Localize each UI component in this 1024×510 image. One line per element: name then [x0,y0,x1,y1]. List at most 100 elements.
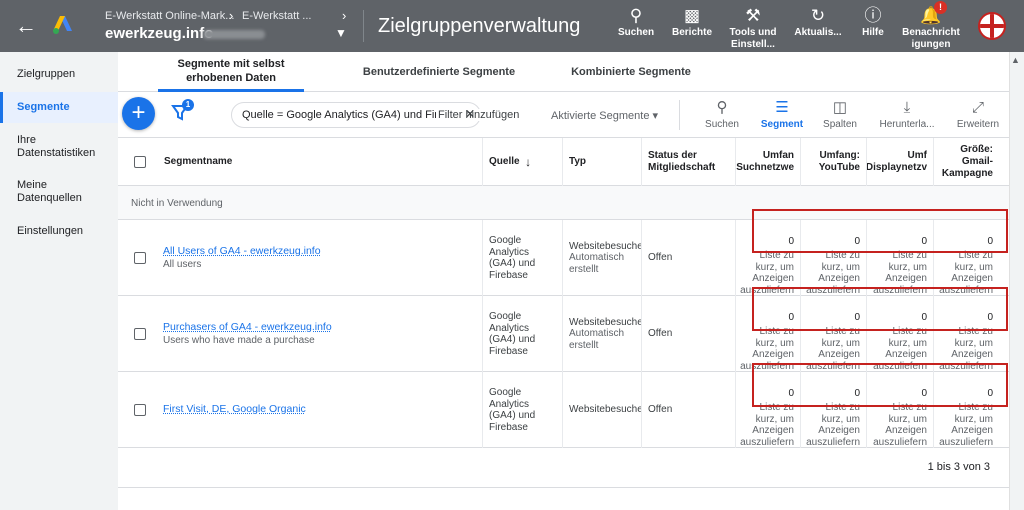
column-type[interactable]: Typ [562,138,641,186]
download-icon: ⤓ [903,99,911,116]
tab-bar: Segmente mit selbst erhobenen Daten Benu… [118,52,1009,92]
avatar[interactable] [978,12,1006,40]
add-filter-link[interactable]: Filter hinzufügen [436,109,520,121]
sidebar-item-datenstatistiken[interactable]: Ihre Datenstatistiken [0,134,110,160]
segment-icon: ☰ [775,99,789,116]
status-cell: Offen [641,220,735,296]
status-cell: Offen [641,296,735,372]
table-search-button[interactable]: ⚲ Suchen [698,98,746,131]
breadcrumb-manager-account[interactable]: E-Werkstatt Online-Mark... [105,10,234,22]
segment-name-cell: All Users of GA4 - ewerkzeug.info All us… [158,220,482,296]
source-cell: Google Analytics (GA4) und Firebase [482,296,562,372]
table-row: First Visit, DE, Google Organic Google A… [118,372,1009,448]
pagination-label: 1 bis 3 von 3 [927,461,990,473]
main-content: Segmente mit selbst erhobenen Daten Benu… [118,52,1009,510]
segment-name-cell: First Visit, DE, Google Organic [158,372,482,448]
refresh-icon: ↻ [810,6,826,25]
close-icon[interactable]: ✕ [465,107,475,121]
pagination-bar: 1 bis 3 von 3 [118,448,1009,488]
add-segment-button[interactable]: + [122,97,155,130]
notification-badge: ! [934,1,947,14]
column-size-search[interactable]: Umfan Suchnetzwe [735,138,800,186]
sidebar: Zielgruppen Segmente Ihre Datenstatistik… [0,52,118,510]
expand-icon: ⤢ [971,99,984,116]
tools-icon: ⚒ [745,6,761,25]
account-dropdown-icon[interactable]: ▼ [335,26,347,40]
column-size-display[interactable]: Umf Displaynetzv [866,138,933,186]
reports-icon: ▩ [683,6,701,25]
size-youtube-cell: 0 Liste zu kurz, um Anzeigen auszuliefern [800,296,866,372]
chevron-down-icon: ▾ [652,110,659,122]
tab-first-party-segments[interactable]: Segmente mit selbst erhobenen Daten [158,52,304,92]
search-icon: ⚲ [716,99,728,116]
size-gmail-cell: 0 Liste zu kurz, um Anzeigen auszuliefern [933,296,999,372]
sidebar-item-datenquellen[interactable]: Meine Datenquellen [0,179,100,205]
select-all-checkbox[interactable] [134,156,146,168]
status-cell: Offen [641,372,735,448]
account-name[interactable]: ewerkzeug.info [105,25,213,42]
segment-description: Users who have made a purchase [163,335,315,346]
type-cell: Websitebesucher [562,372,641,448]
scrollbar[interactable] [1009,52,1024,510]
segment-name-cell: Purchasers of GA4 - ewerkzeug.info Users… [158,296,482,372]
sidebar-item-segmente[interactable]: Segmente [0,92,118,123]
bell-icon: 🔔 [920,6,942,25]
page-title: Zielgruppenverwaltung [378,15,581,37]
header-reports-button[interactable]: ▩ Berichte [668,5,716,39]
table-header: Segmentname Quelle ↓ Typ Status der Mitg… [118,138,1009,186]
size-display-cell: 0 Liste zu kurz, um Anzeigen auszuliefern [866,220,933,296]
segment-view-button[interactable]: ☰ Segment [757,98,807,131]
header-notifications-button[interactable]: 🔔 Benachricht igungen [898,5,964,51]
size-gmail-cell: 0 Liste zu kurz, um Anzeigen auszuliefern [933,372,999,448]
type-cell: Websitebesucher Automatisch erstellt [562,296,641,372]
size-youtube-cell: 0 Liste zu kurz, um Anzeigen auszuliefern [800,220,866,296]
breadcrumb-sub-account[interactable]: E-Werkstatt ... [242,10,311,22]
source-cell: Google Analytics (GA4) und Firebase [482,220,562,296]
row-checkbox[interactable] [134,252,146,264]
header-help-button[interactable]: ⓘ Hilfe [852,5,894,39]
google-ads-logo-icon [53,16,72,34]
tab-combined-segments[interactable]: Kombinierte Segmente [560,52,702,92]
group-label: Nicht in Verwendung [131,198,223,209]
back-arrow-icon[interactable]: ← [14,14,38,38]
column-segment-name[interactable]: Segmentname [158,138,482,186]
tab-custom-segments[interactable]: Benutzerdefinierte Segmente [348,52,530,92]
download-button[interactable]: ⤓ Herunterla... [872,98,942,131]
size-search-cell: 0 Liste zu kurz, um Anzeigen auszuliefern [735,220,800,296]
size-youtube-cell: 0 Liste zu kurz, um Anzeigen auszuliefern [800,372,866,448]
scroll-up-icon[interactable]: ▲ [1011,55,1020,65]
header-search-button[interactable]: ⚲ Suchen [612,5,660,39]
size-display-cell: 0 Liste zu kurz, um Anzeigen auszuliefern [866,372,933,448]
top-bar: ← E-Werkstatt Online-Mark... › E-Werksta… [0,0,1024,52]
expand-button[interactable]: ⤢ Erweitern [951,98,1005,131]
toolbar: + 1 Quelle = Google Analytics (GA4) und … [118,92,1009,138]
columns-button[interactable]: ◫ Spalten [816,98,864,131]
sidebar-item-zielgruppen[interactable]: Zielgruppen [0,68,118,81]
size-search-cell: 0 Liste zu kurz, um Anzeigen auszuliefern [735,296,800,372]
segment-name-link[interactable]: Purchasers of GA4 - ewerkzeug.info [163,321,332,334]
sort-arrow-icon: ↓ [525,155,532,169]
column-size-gmail[interactable]: Größe: Gmail-Kampagne [933,138,999,186]
header-tools-button[interactable]: ⚒ Tools und Einstell... [724,5,782,51]
segment-name-link[interactable]: First Visit, DE, Google Organic [163,404,306,416]
segment-description: All users [163,259,202,270]
header-refresh-button[interactable]: ↻ Aktualis... [791,5,845,39]
size-gmail-cell: 0 Liste zu kurz, um Anzeigen auszuliefern [933,220,999,296]
row-checkbox[interactable] [134,328,146,340]
row-checkbox[interactable] [134,404,146,416]
columns-icon: ◫ [832,99,848,116]
activated-segments-dropdown[interactable]: Aktivierte Segmente ▾ [551,109,658,122]
filter-count-badge: 1 [182,99,194,111]
size-search-cell: 0 Liste zu kurz, um Anzeigen auszuliefern [735,372,800,448]
size-display-cell: 0 Liste zu kurz, um Anzeigen auszuliefern [866,296,933,372]
toolbar-divider [679,100,680,130]
segment-name-link[interactable]: All Users of GA4 - ewerkzeug.info [163,245,321,258]
sidebar-item-einstellungen[interactable]: Einstellungen [0,225,118,238]
header-divider [363,10,364,42]
group-header-row: Nicht in Verwendung [118,186,1009,220]
column-size-youtube[interactable]: Umfang: YouTube [800,138,866,186]
chevron-right-icon: › [229,8,234,23]
column-source[interactable]: Quelle ↓ [482,138,562,186]
column-membership-status[interactable]: Status der Mitgliedschaft [641,138,735,186]
redacted-account-id [203,30,265,39]
